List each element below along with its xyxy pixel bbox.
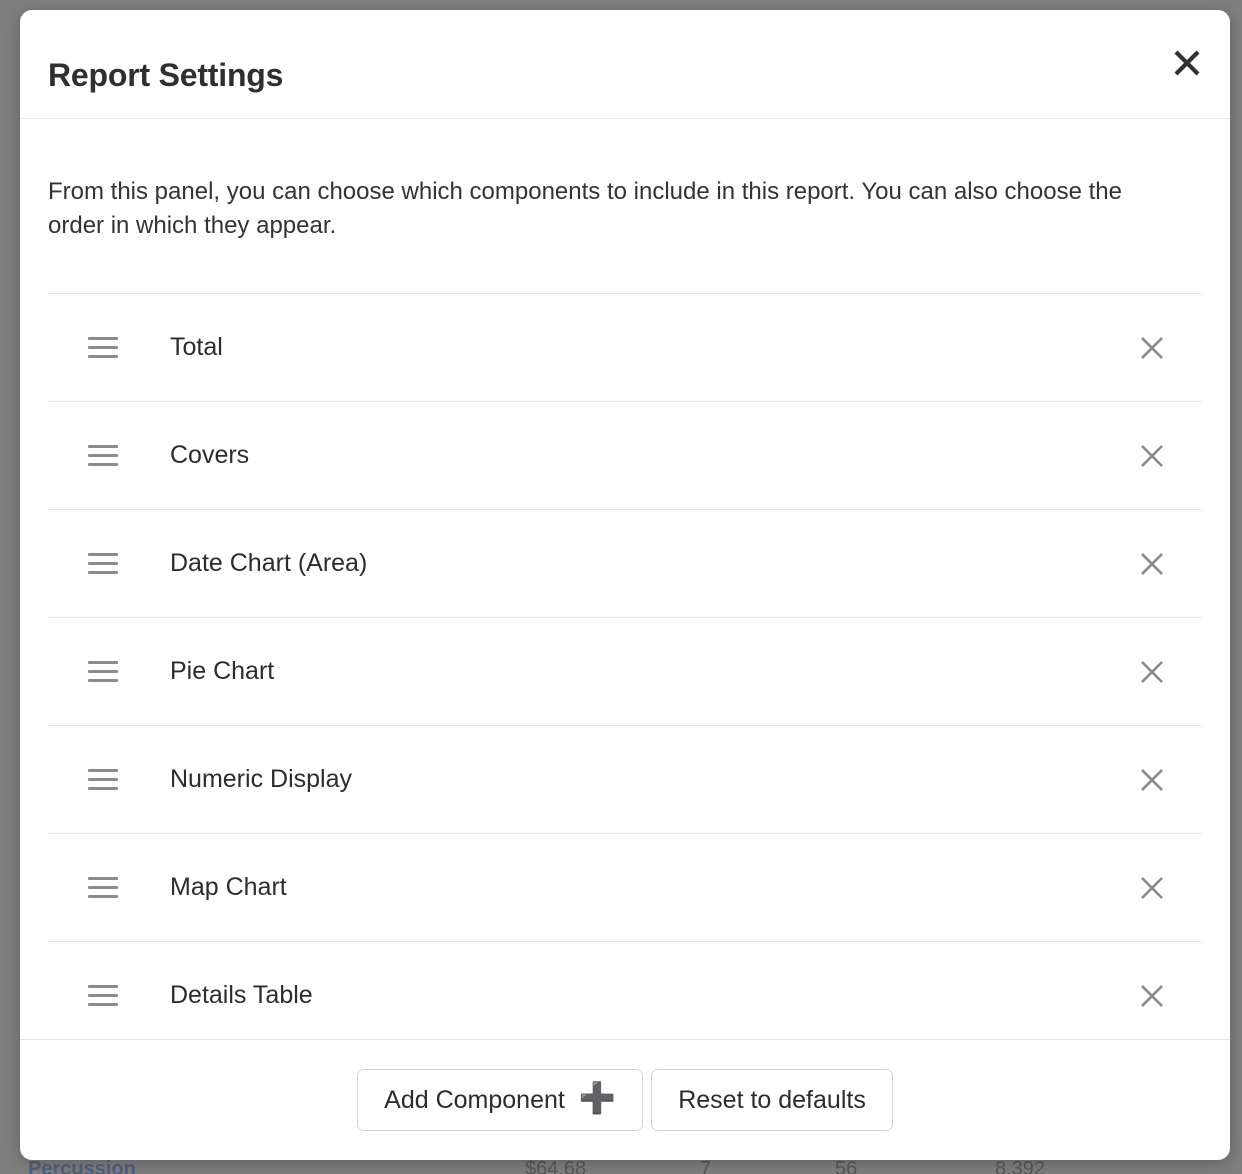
- drag-handle-icon[interactable]: [88, 337, 128, 359]
- drag-handle-icon[interactable]: [88, 985, 128, 1007]
- dialog-footer: Add Component ➕ Reset to defaults: [20, 1039, 1230, 1160]
- component-list: Total Covers Date Chart (Area) Pie Chart…: [48, 293, 1202, 1039]
- component-label: Numeric Display: [170, 765, 352, 794]
- remove-x-icon[interactable]: [1130, 434, 1174, 478]
- drag-handle-icon[interactable]: [88, 877, 128, 899]
- list-item[interactable]: Numeric Display: [48, 726, 1202, 835]
- background-row-amount: $64.68: [525, 1158, 587, 1174]
- component-label: Date Chart (Area): [170, 549, 368, 578]
- panel-description: From this panel, you can choose which co…: [48, 178, 1122, 240]
- drag-handle-icon[interactable]: [88, 445, 128, 467]
- remove-x-icon[interactable]: [1130, 650, 1174, 694]
- drag-handle-icon[interactable]: [88, 769, 128, 791]
- background-row-quantity: 56: [835, 1158, 858, 1174]
- list-item[interactable]: Total: [48, 294, 1202, 403]
- remove-x-icon[interactable]: [1130, 326, 1174, 370]
- list-item[interactable]: Pie Chart: [48, 618, 1202, 727]
- dialog-body: From this panel, you can choose which co…: [20, 119, 1230, 1039]
- component-label: Total: [170, 333, 223, 362]
- reset-to-defaults-label: Reset to defaults: [678, 1085, 866, 1114]
- background-row-total: 8,392: [995, 1158, 1046, 1174]
- report-settings-dialog: Report Settings From this panel, you can…: [20, 10, 1230, 1160]
- background-row-name: Percussion: [28, 1158, 136, 1174]
- page-title: Report Settings: [48, 57, 284, 93]
- reset-to-defaults-button[interactable]: Reset to defaults: [651, 1069, 893, 1131]
- dialog-header: Report Settings: [20, 10, 1230, 119]
- remove-x-icon[interactable]: [1130, 542, 1174, 586]
- component-label: Covers: [170, 441, 250, 470]
- remove-x-icon[interactable]: [1130, 866, 1174, 910]
- component-label: Pie Chart: [170, 657, 275, 686]
- drag-handle-icon[interactable]: [88, 661, 128, 683]
- add-component-label: Add Component: [384, 1085, 565, 1114]
- list-item[interactable]: Date Chart (Area): [48, 510, 1202, 619]
- list-item[interactable]: Covers: [48, 402, 1202, 511]
- list-item[interactable]: Details Table: [48, 942, 1202, 1039]
- background-row-count: 7: [700, 1158, 712, 1174]
- component-label: Details Table: [170, 981, 313, 1010]
- plus-icon: ➕: [578, 1082, 617, 1115]
- list-item[interactable]: Map Chart: [48, 834, 1202, 943]
- close-icon[interactable]: [1164, 40, 1210, 86]
- remove-x-icon[interactable]: [1130, 974, 1174, 1018]
- add-component-button[interactable]: Add Component ➕: [357, 1069, 644, 1131]
- remove-x-icon[interactable]: [1130, 758, 1174, 802]
- drag-handle-icon[interactable]: [88, 553, 128, 575]
- background-table-row: Percussion $64.68 7 56 8,392: [0, 1158, 1242, 1174]
- component-label: Map Chart: [170, 873, 287, 902]
